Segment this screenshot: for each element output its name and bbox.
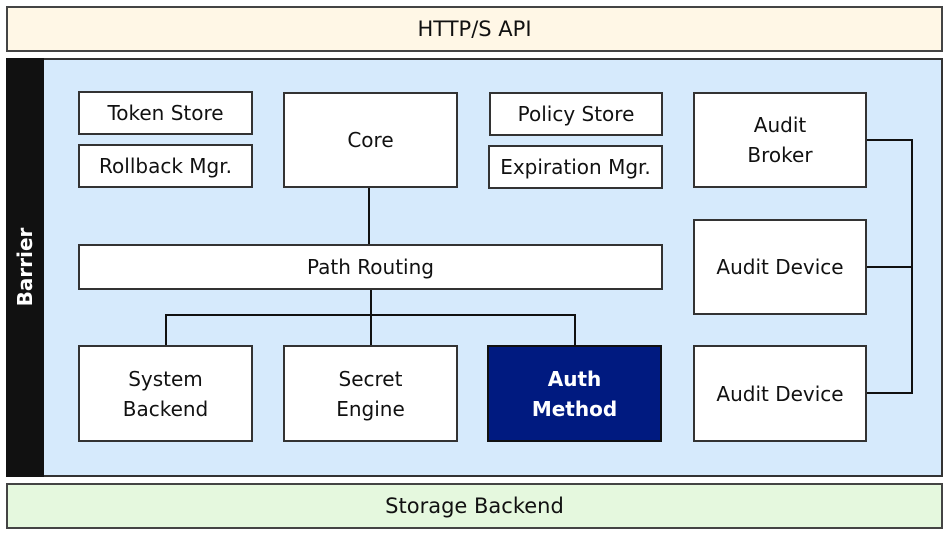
audit-device-1-link — [865, 266, 913, 268]
secret-engine-label-2: Engine — [336, 396, 405, 421]
system-backend-label-2: Backend — [122, 396, 209, 421]
http-api-layer: HTTP/S API — [6, 6, 943, 52]
audit-broker: Audit Broker — [693, 92, 867, 188]
expiration-manager-label: Expiration Mgr. — [500, 155, 651, 179]
auth-method-branch — [574, 314, 576, 346]
auth-method-label-2: Method — [531, 396, 618, 421]
audit-device-2-link — [865, 392, 913, 394]
routing-down-line — [370, 289, 372, 346]
core-to-routing-line — [368, 187, 370, 245]
token-store-label: Token Store — [107, 101, 224, 125]
path-routing: Path Routing — [78, 244, 663, 290]
barrier-label: Barrier — [13, 227, 37, 307]
policy-store: Policy Store — [489, 92, 663, 136]
secret-engine: Secret Engine — [283, 345, 458, 442]
storage-backend-label: Storage Backend — [385, 494, 564, 518]
routing-branch-line — [165, 314, 575, 316]
secret-engine-label-1: Secret — [338, 366, 403, 391]
auth-method-label-1: Auth — [547, 366, 602, 391]
system-backend: System Backend — [78, 345, 253, 442]
storage-backend-layer: Storage Backend — [6, 483, 943, 529]
audit-device-2: Audit Device — [693, 345, 867, 442]
token-store: Token Store — [78, 91, 253, 135]
expiration-manager: Expiration Mgr. — [488, 145, 663, 189]
core: Core — [283, 92, 458, 188]
system-backend-branch — [165, 314, 167, 346]
http-api-label: HTTP/S API — [417, 17, 532, 41]
audit-device-1: Audit Device — [693, 219, 867, 315]
policy-store-label: Policy Store — [517, 102, 635, 126]
audit-device-2-label: Audit Device — [716, 381, 844, 406]
path-routing-label: Path Routing — [307, 255, 434, 279]
auth-method: Auth Method — [487, 345, 662, 442]
core-label: Core — [347, 128, 394, 152]
audit-broker-link — [865, 139, 913, 141]
rollback-manager: Rollback Mgr. — [78, 144, 253, 188]
audit-broker-label-1: Audit — [753, 113, 807, 137]
rollback-manager-label: Rollback Mgr. — [99, 154, 232, 178]
audit-broker-label-2: Broker — [747, 143, 813, 167]
audit-device-1-label: Audit Device — [716, 255, 844, 279]
system-backend-label-1: System — [128, 366, 203, 391]
